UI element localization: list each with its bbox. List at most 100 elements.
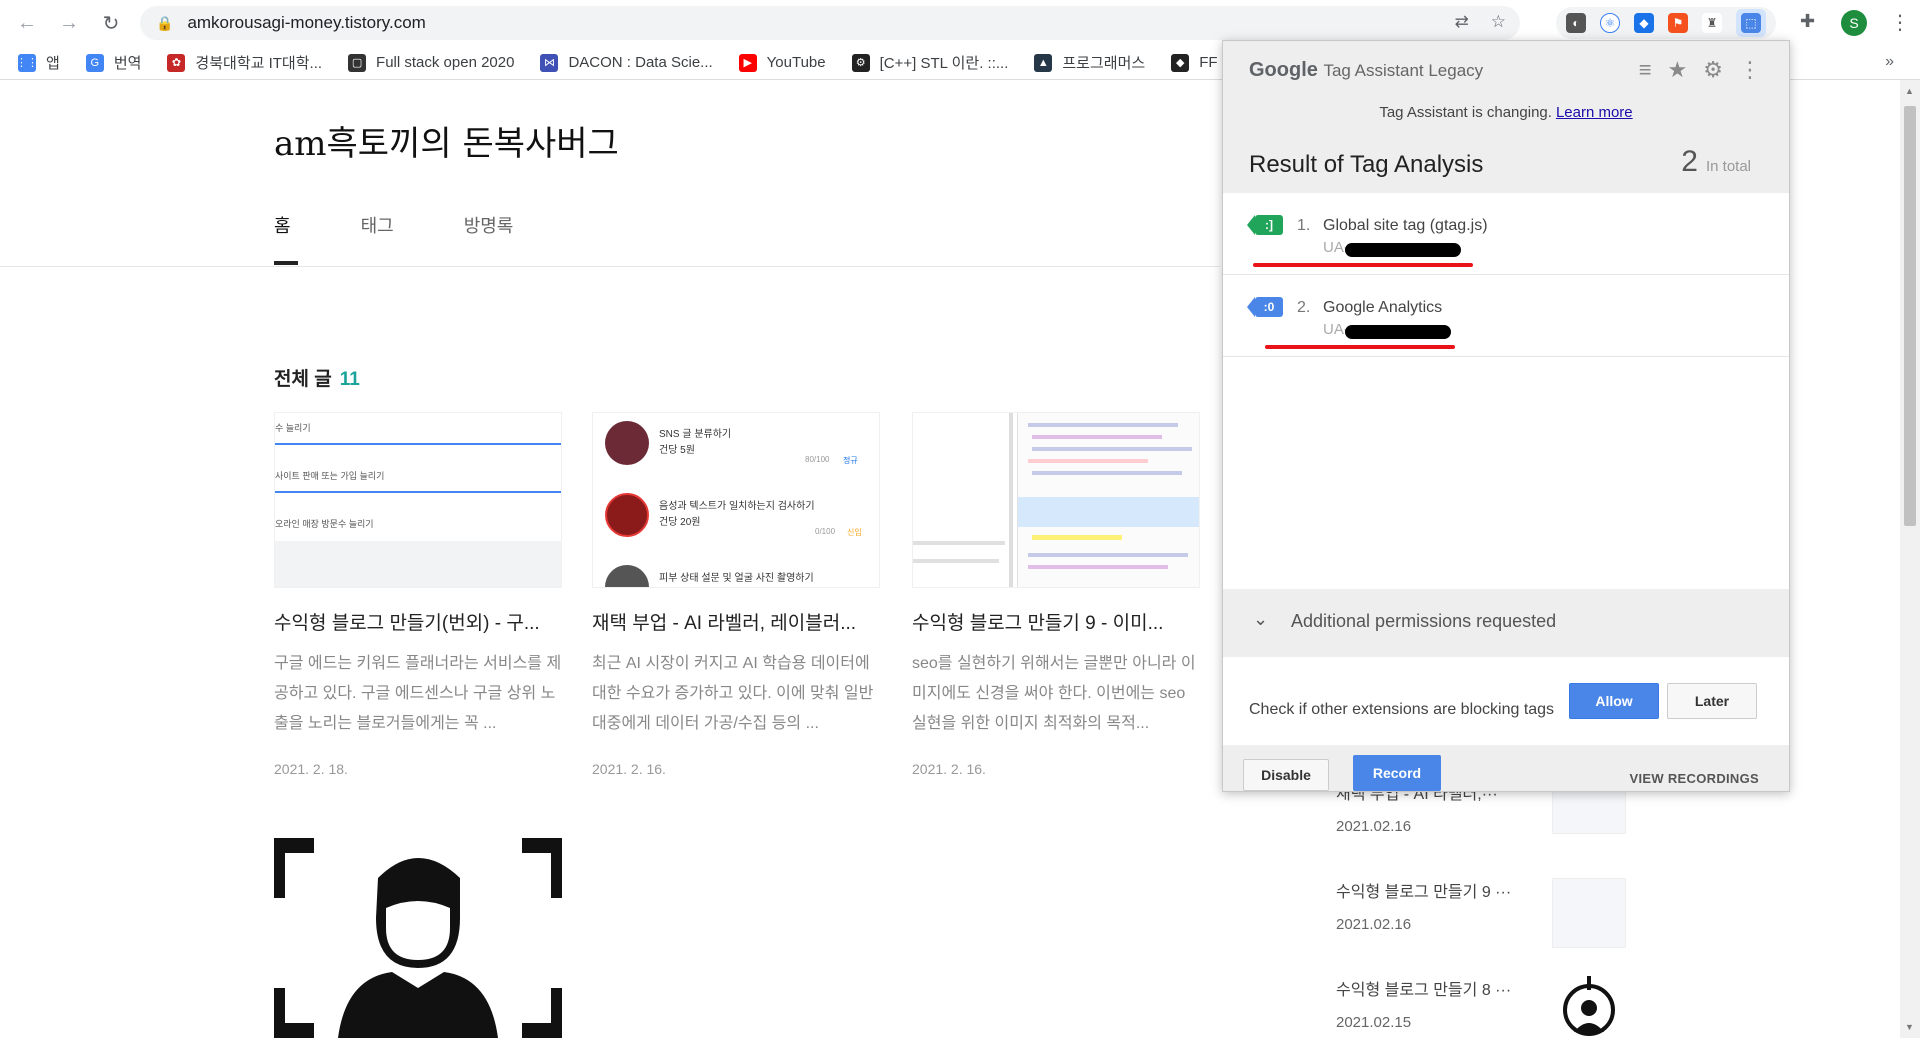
- profile-avatar[interactable]: S: [1841, 10, 1867, 36]
- permissions-expander[interactable]: ⌄ Additional permissions requested: [1223, 589, 1789, 657]
- sidebar-post[interactable]: 재택 부업 - AI 라벨러,··· 2021.02.16: [1336, 764, 1636, 878]
- learn-more-link[interactable]: Learn more: [1556, 104, 1633, 121]
- bookmark-label: FF: [1199, 54, 1218, 71]
- tag-number: 1.: [1297, 217, 1311, 234]
- tag-row[interactable]: :] 1. Global site tag (gtag.js) UA-: [1223, 193, 1789, 275]
- bookmark-item[interactable]: ⚙ [C++] STL 이란. ::...: [851, 52, 1009, 73]
- bookmark-favicon-icon: ⋮⋮: [16, 53, 38, 72]
- arrow-left-icon: ←: [17, 11, 37, 34]
- sidebar-post-thumbnail[interactable]: [1552, 878, 1626, 948]
- address-bar[interactable]: 🔒 amkorousagi-money.tistory.com ⇄ ☆: [140, 6, 1520, 40]
- tag-assistant-extension-icon[interactable]: ⬚: [1736, 9, 1766, 37]
- bookmark-favicon-icon: ⋈: [540, 53, 559, 72]
- thumb-text-line: [913, 559, 999, 563]
- target-user-icon: [1563, 976, 1615, 1036]
- bookmarks-overflow-icon[interactable]: »: [1885, 53, 1894, 71]
- scroll-up-arrow-icon[interactable]: ▲: [1905, 86, 1914, 96]
- nav-divider: [0, 266, 1220, 267]
- thumb-code-highlight: [1032, 535, 1122, 540]
- nav-active-indicator: [274, 261, 298, 265]
- post-title[interactable]: 수익형 블로그 만들기 9 - 이미...: [912, 608, 1200, 635]
- lock-icon: 🔒: [156, 14, 174, 31]
- tag-number: 2.: [1297, 299, 1311, 316]
- post-title[interactable]: 재택 부업 - AI 라벨러, 레이블러...: [592, 608, 880, 635]
- back-button[interactable]: ←: [12, 8, 42, 38]
- sidebar-post[interactable]: 수익형 블로그 만들기 9 ··· 2021.02.16: [1336, 878, 1636, 976]
- tag-name[interactable]: Global site tag (gtag.js): [1323, 217, 1488, 235]
- sidebar-post[interactable]: 수익형 블로그 만들기 8 ··· 2021.02.15: [1336, 976, 1636, 1038]
- thumb-item-sub: 건당 5원: [659, 445, 695, 456]
- react-devtools-icon[interactable]: ⚛: [1600, 13, 1620, 33]
- thumb-code-line: [1028, 565, 1168, 569]
- tag-assistant-popup: Google Tag Assistant Legacy ≡ ★ ⚙ ⋮ Tag …: [1222, 40, 1790, 792]
- star-icon[interactable]: ★: [1668, 57, 1688, 83]
- bookmark-star-icon[interactable]: ☆: [1491, 12, 1506, 32]
- later-button[interactable]: Later: [1667, 683, 1757, 719]
- thumb-item-badge: 신입: [847, 528, 862, 537]
- forward-button[interactable]: →: [54, 8, 84, 38]
- thumb-item-title: SNS 글 분류하기: [659, 429, 732, 440]
- post-thumbnail[interactable]: [912, 412, 1200, 588]
- thumb-code-line: [1028, 459, 1148, 463]
- tag-total: 2 In total: [1681, 145, 1751, 179]
- bookmark-label: [C++] STL 이란. ::...: [879, 55, 1009, 72]
- nav-guestbook[interactable]: 방명록: [464, 212, 514, 238]
- bookmark-label: 앱: [46, 55, 60, 72]
- post-card[interactable]: SNS 글 분류하기 건당 5원 80/100 정규 음성과 텍스트가 일치하는…: [592, 412, 880, 777]
- bookmark-label: Full stack open 2020: [376, 54, 515, 71]
- thumb-item-sub: 건당 20원: [659, 517, 701, 528]
- sidebar-post-thumbnail[interactable]: [1552, 976, 1626, 1038]
- post-thumbnail[interactable]: [263, 831, 573, 1038]
- extension-icon-1[interactable]: ◐: [1566, 13, 1586, 33]
- post-card[interactable]: 수익형 블로그 만들기 9 - 이미... seo를 실현하기 위해서는 글뿐만…: [912, 412, 1200, 777]
- post-count: 11: [339, 369, 360, 390]
- thumb-footer: [275, 541, 561, 587]
- post-title[interactable]: 수익형 블로그 만들기(번외) - 구...: [274, 608, 562, 635]
- allow-button[interactable]: Allow: [1569, 683, 1659, 719]
- post-card[interactable]: 수 늘리기 사이트 판매 또는 가입 늘리기 오라인 매장 방문수 늘리기 수익…: [274, 412, 562, 777]
- bookmark-favicon-icon: ▢: [348, 53, 367, 72]
- arrow-right-icon: →: [59, 11, 79, 34]
- extension-icon-3[interactable]: ◆: [1634, 13, 1654, 33]
- redaction-mark: [1345, 243, 1461, 257]
- bookmark-item[interactable]: ✿ 경북대학교 IT대학...: [167, 52, 322, 73]
- thumb-code-line: [1032, 435, 1162, 439]
- post-thumbnail[interactable]: 수 늘리기 사이트 판매 또는 가입 늘리기 오라인 매장 방문수 늘리기: [274, 412, 562, 588]
- translate-icon[interactable]: ⇄: [1455, 12, 1469, 32]
- bookmark-item[interactable]: ▢ Full stack open 2020: [348, 53, 515, 72]
- bookmark-item[interactable]: G 번역: [85, 52, 141, 73]
- extensions-puzzle-icon[interactable]: ✚: [1800, 11, 1815, 32]
- post-thumbnail[interactable]: SNS 글 분류하기 건당 5원 80/100 정규 음성과 텍스트가 일치하는…: [592, 412, 880, 588]
- thumb-avatar: [605, 421, 649, 465]
- blog-title[interactable]: am흑토끼의 돈복사버그: [274, 116, 619, 165]
- scrollbar-thumb[interactable]: [1904, 106, 1916, 526]
- extension-icon-4[interactable]: ⚑: [1668, 13, 1688, 33]
- bookmark-item[interactable]: ⋮⋮ 앱: [16, 52, 60, 73]
- red-underline: [1253, 263, 1473, 267]
- bookmark-item[interactable]: ⋈ DACON : Data Scie...: [540, 53, 713, 72]
- view-recordings-link[interactable]: VIEW RECORDINGS: [1630, 771, 1759, 786]
- bookmark-item[interactable]: ▲ 프로그래머스: [1034, 52, 1145, 73]
- reload-button[interactable]: ↻: [96, 8, 126, 38]
- tag-name[interactable]: Google Analytics: [1323, 299, 1442, 317]
- bookmark-item[interactable]: ◆ FF: [1171, 53, 1218, 72]
- thumb-line: 수 늘리기: [275, 423, 311, 433]
- thumb-item-badge: 정규: [843, 456, 858, 465]
- nav-tags[interactable]: 태그: [361, 212, 394, 238]
- bookmark-label: YouTube: [766, 54, 826, 71]
- tag-row[interactable]: :0 2. Google Analytics UA-: [1223, 275, 1789, 357]
- nav-home[interactable]: 홈: [274, 212, 291, 238]
- thumb-text-line: [913, 541, 1005, 545]
- extension-icon-5[interactable]: ♜: [1702, 13, 1722, 33]
- page-scrollbar[interactable]: ▲ ▼: [1900, 80, 1920, 1038]
- record-button[interactable]: Record: [1353, 755, 1441, 791]
- bookmark-item[interactable]: ▶ YouTube: [738, 53, 826, 72]
- gear-icon[interactable]: ⚙: [1703, 57, 1723, 83]
- post-excerpt: seo를 실현하기 위해서는 글뿐만 아니라 이미지에도 신경을 써야 한다. …: [912, 655, 1196, 732]
- scroll-down-arrow-icon[interactable]: ▼: [1905, 1022, 1914, 1032]
- browser-menu-icon[interactable]: ⋮: [1890, 10, 1910, 35]
- disable-button[interactable]: Disable: [1243, 759, 1329, 791]
- filter-icon[interactable]: ≡: [1639, 57, 1652, 83]
- result-title: Result of Tag Analysis: [1249, 151, 1484, 178]
- more-vert-icon[interactable]: ⋮: [1739, 57, 1761, 83]
